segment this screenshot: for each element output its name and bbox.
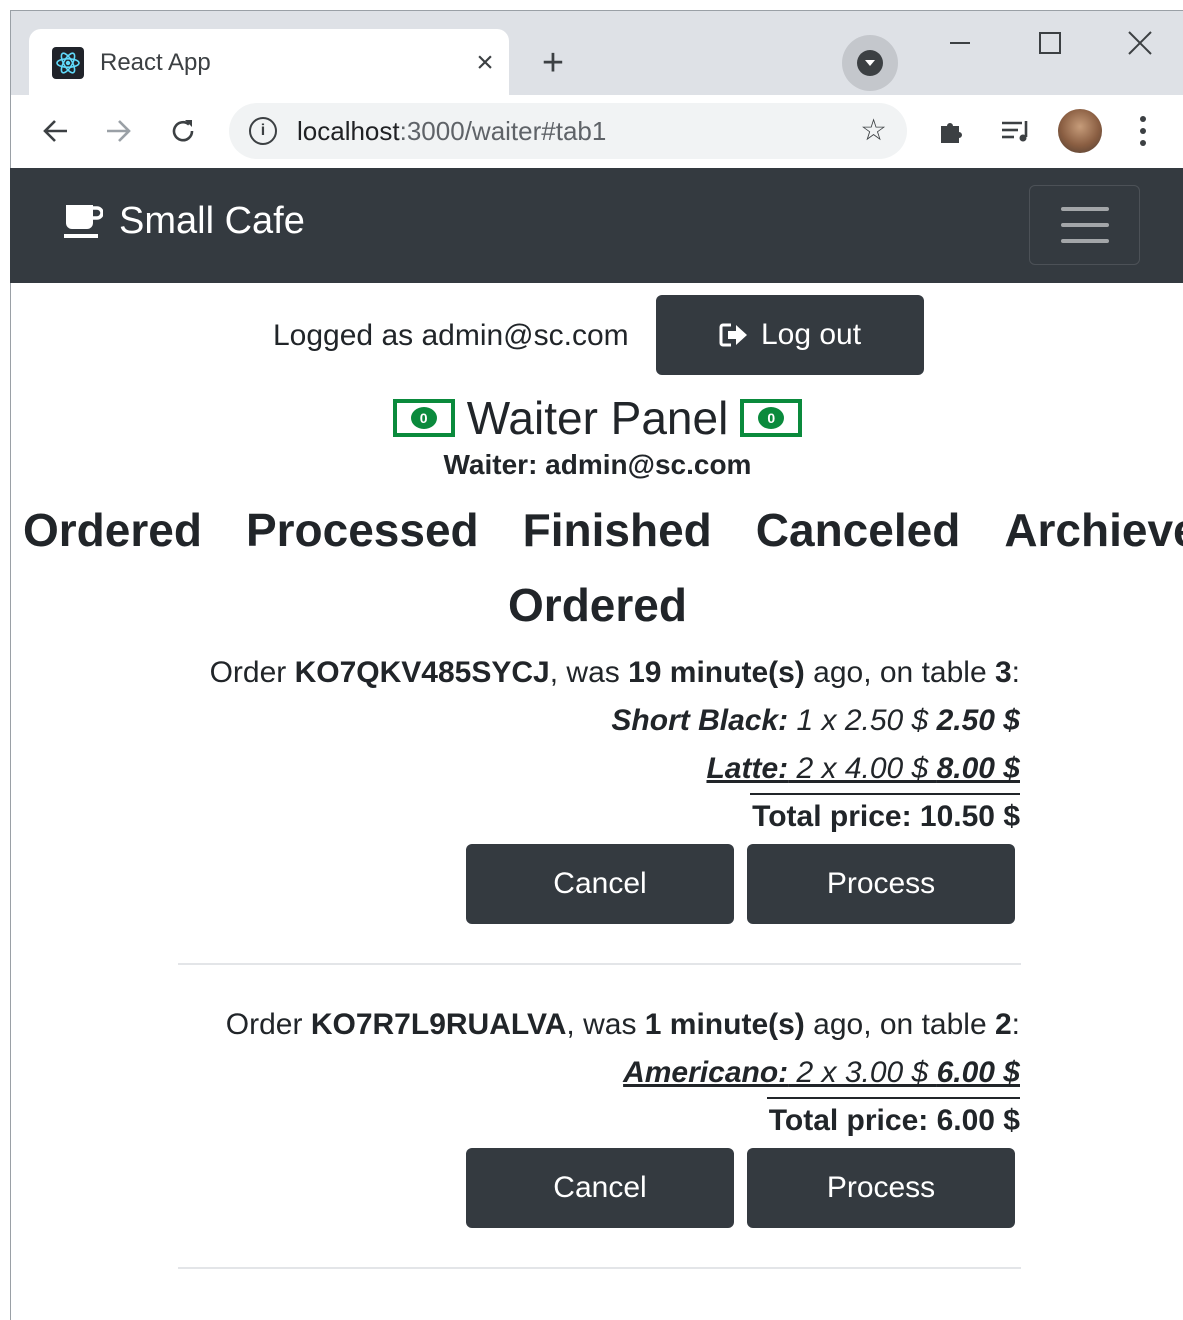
app-navbar: Small Cafe bbox=[10, 168, 1183, 283]
order-total: Total price: 6.00 $ bbox=[766, 1097, 1020, 1143]
extensions-puzzle-icon[interactable] bbox=[932, 111, 972, 151]
order-time: 19 minute(s) bbox=[628, 656, 805, 689]
url-text: localhost:3000/waiter#tab1 bbox=[297, 116, 606, 147]
order-card: Order KO7QKV485SYCJ, was 19 minute(s) ag… bbox=[210, 649, 1020, 841]
cancel-order-button[interactable]: Cancel bbox=[466, 1148, 734, 1228]
brand-name: Small Cafe bbox=[119, 200, 305, 242]
panel-title: Waiter Panel bbox=[466, 392, 729, 444]
process-order-button[interactable]: Process bbox=[747, 844, 1015, 924]
order-item: Short Black: 1 x 2.50 $ 2.50 $ bbox=[611, 704, 1020, 737]
close-window-icon[interactable] bbox=[1110, 23, 1170, 63]
order-id: KO7QKV485SYCJ bbox=[294, 656, 550, 689]
order-actions: Cancel Process bbox=[466, 844, 1015, 924]
url-path: :3000/waiter#tab1 bbox=[399, 116, 607, 146]
order-item: Americano: 2 x 3.00 $ 6.00 $ bbox=[623, 1056, 1020, 1089]
logout-icon bbox=[719, 323, 747, 347]
tab-finished[interactable]: Finished bbox=[523, 503, 712, 557]
bookmark-star-icon[interactable]: ☆ bbox=[860, 113, 887, 148]
panel-heading: 0 Waiter Panel 0 bbox=[11, 391, 1183, 445]
order-header: Order KO7R7L9RUALVA, was 1 minute(s) ago… bbox=[225, 1008, 1020, 1041]
section-title: Ordered bbox=[508, 579, 687, 631]
tab-ordered[interactable]: Ordered bbox=[23, 503, 202, 557]
forward-icon[interactable] bbox=[97, 109, 141, 153]
url-host: localhost bbox=[297, 116, 400, 146]
tab-search-icon[interactable] bbox=[842, 35, 898, 91]
money-icon: 0 bbox=[740, 399, 803, 437]
logged-user-text: Logged as admin@sc.com bbox=[273, 319, 629, 352]
media-queue-icon[interactable] bbox=[996, 111, 1036, 151]
close-tab-icon[interactable]: × bbox=[465, 43, 505, 83]
money-icon: 0 bbox=[392, 399, 455, 437]
logout-button[interactable]: Log out bbox=[656, 295, 924, 375]
site-info-icon[interactable]: i bbox=[249, 117, 277, 145]
order-card: Order KO7R7L9RUALVA, was 1 minute(s) ago… bbox=[226, 1001, 1020, 1145]
cancel-order-button[interactable]: Cancel bbox=[466, 844, 734, 924]
tab-processed[interactable]: Processed bbox=[246, 503, 479, 557]
profile-avatar[interactable] bbox=[1058, 109, 1102, 153]
browser-menu-icon[interactable] bbox=[1123, 109, 1163, 153]
browser-tab[interactable]: React App × bbox=[29, 29, 509, 99]
logout-label: Log out bbox=[760, 318, 862, 351]
order-divider bbox=[178, 963, 1021, 965]
order-divider bbox=[178, 1267, 1021, 1269]
order-table: 3 bbox=[994, 656, 1012, 689]
minimize-icon[interactable] bbox=[930, 23, 990, 63]
back-icon[interactable] bbox=[33, 109, 77, 153]
tab-canceled[interactable]: Canceled bbox=[756, 503, 961, 557]
maximize-icon[interactable] bbox=[1020, 23, 1080, 63]
waiter-subtitle: Waiter: admin@sc.com bbox=[443, 449, 752, 480]
navbar-toggle-button[interactable] bbox=[1029, 185, 1140, 265]
order-header: Order KO7QKV485SYCJ, was 19 minute(s) ag… bbox=[209, 656, 1020, 689]
order-total: Total price: 10.50 $ bbox=[750, 793, 1020, 839]
order-actions: Cancel Process bbox=[466, 1148, 1015, 1228]
address-bar[interactable]: i localhost:3000/waiter#tab1 ☆ bbox=[229, 103, 907, 159]
navbar-brand[interactable]: Small Cafe bbox=[63, 200, 305, 243]
order-id: KO7R7L9RUALVA bbox=[310, 1008, 567, 1041]
order-status-tabs: Ordered Processed Finished Canceled Arch… bbox=[23, 503, 1183, 557]
react-logo-icon bbox=[52, 47, 84, 79]
tab-archieved[interactable]: Archieved bbox=[1004, 503, 1183, 557]
browser-toolbar: i localhost:3000/waiter#tab1 ☆ bbox=[10, 95, 1183, 168]
waiter-page: Logged as admin@sc.com Log out 0 Waiter … bbox=[10, 283, 1183, 1320]
order-time: 1 minute(s) bbox=[644, 1008, 805, 1041]
process-order-button[interactable]: Process bbox=[747, 1148, 1015, 1228]
coffee-cup-icon bbox=[64, 204, 103, 238]
order-item: Latte: 2 x 4.00 $ 8.00 $ bbox=[706, 752, 1020, 785]
tab-title: React App bbox=[100, 49, 211, 76]
reload-icon[interactable] bbox=[161, 109, 205, 153]
order-table: 2 bbox=[994, 1008, 1012, 1041]
new-tab-icon[interactable]: + bbox=[531, 41, 575, 85]
